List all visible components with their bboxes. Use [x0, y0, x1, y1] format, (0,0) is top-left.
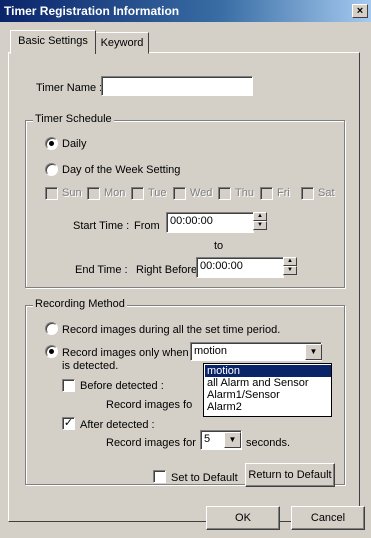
start-time-input[interactable]: 00:00:00 — [166, 212, 254, 233]
day-label-thu: Thu — [235, 187, 254, 199]
from-label: From — [134, 220, 160, 232]
day-label-fri: Fri — [277, 187, 290, 199]
seconds-label: seconds. — [246, 437, 291, 449]
to-label: to — [214, 240, 224, 252]
record-all-period-radio[interactable] — [45, 322, 58, 335]
day-of-week-label: Day of the Week Setting — [62, 164, 181, 176]
after-detected-label: After detected : — [80, 419, 155, 431]
close-icon: × — [356, 5, 364, 17]
right-before-label: Right Before — [136, 264, 198, 276]
end-time-input[interactable]: 00:00:00 — [196, 257, 284, 278]
end-time-spinner[interactable]: ▲ ▼ — [283, 257, 297, 276]
trigger-option[interactable]: Alarm2 — [205, 401, 331, 413]
spin-up-icon[interactable]: ▲ — [253, 212, 267, 221]
after-detected-checkbox[interactable]: ✓ — [62, 417, 75, 430]
spin-up-icon[interactable]: ▲ — [283, 257, 297, 266]
day-checkbox-wed[interactable] — [173, 187, 186, 200]
end-time-label: End Time : — [75, 264, 128, 276]
ok-button[interactable]: OK — [206, 506, 280, 530]
trigger-select[interactable]: motion — [190, 342, 322, 361]
set-to-default-checkbox[interactable] — [153, 470, 166, 483]
trigger-option[interactable]: Alarm1/Sensor — [205, 389, 331, 401]
timer-schedule-label: Timer Schedule — [33, 113, 114, 125]
day-checkbox-tue[interactable] — [131, 187, 144, 200]
window-title: Timer Registration Information — [4, 4, 180, 18]
before-detected-checkbox[interactable] — [62, 379, 75, 392]
day-checkbox-mon[interactable] — [87, 187, 100, 200]
day-label-tue: Tue — [148, 187, 167, 199]
daily-radio[interactable] — [45, 137, 58, 150]
return-to-default-button[interactable]: Return to Default — [245, 463, 335, 487]
day-label-sun: Sun — [62, 187, 82, 199]
spin-down-icon[interactable]: ▼ — [283, 266, 297, 275]
day-checkbox-sun[interactable] — [45, 187, 58, 200]
before-record-images-label: Record images fo — [106, 399, 193, 411]
tab-keyword[interactable]: Keyword — [95, 32, 149, 54]
start-time-spinner[interactable]: ▲ ▼ — [253, 212, 267, 231]
recording-method-label: Recording Method — [33, 298, 127, 310]
day-checkbox-thu[interactable] — [218, 187, 231, 200]
after-record-images-label: Record images for — [106, 437, 196, 449]
close-button[interactable]: × — [352, 4, 368, 18]
is-detected-label: is detected. — [62, 360, 119, 372]
set-to-default-label: Set to Default — [171, 472, 238, 484]
day-label-sat: Sat — [318, 187, 335, 199]
spin-down-icon[interactable]: ▼ — [253, 221, 267, 230]
before-detected-label: Before detected : — [80, 380, 164, 392]
day-of-week-radio[interactable] — [45, 163, 58, 176]
trigger-option[interactable]: all Alarm and Sensor — [205, 377, 331, 389]
dropdown-arrow-icon[interactable]: ▼ — [224, 432, 241, 448]
trigger-options-list: motion all Alarm and Sensor Alarm1/Senso… — [203, 363, 332, 417]
start-time-label: Start Time : — [73, 220, 130, 232]
record-all-period-label: Record images during all the set time pe… — [62, 324, 281, 336]
check-mark-icon: ✓ — [63, 417, 74, 429]
record-only-when-radio[interactable] — [45, 345, 58, 358]
day-checkbox-sat[interactable] — [301, 187, 314, 200]
tab-basic-settings[interactable]: Basic Settings — [10, 30, 96, 54]
dropdown-arrow-icon[interactable]: ▼ — [305, 344, 322, 360]
day-label-wed: Wed — [190, 187, 213, 199]
day-checkbox-fri[interactable] — [260, 187, 273, 200]
trigger-option[interactable]: motion — [205, 365, 331, 377]
daily-label: Daily — [62, 138, 87, 150]
cancel-button[interactable]: Cancel — [291, 506, 365, 530]
record-only-when-label: Record images only when — [62, 347, 189, 359]
timer-name-input[interactable] — [101, 76, 253, 96]
timer-name-label: Timer Name : — [36, 82, 103, 94]
day-label-mon: Mon — [104, 187, 126, 199]
